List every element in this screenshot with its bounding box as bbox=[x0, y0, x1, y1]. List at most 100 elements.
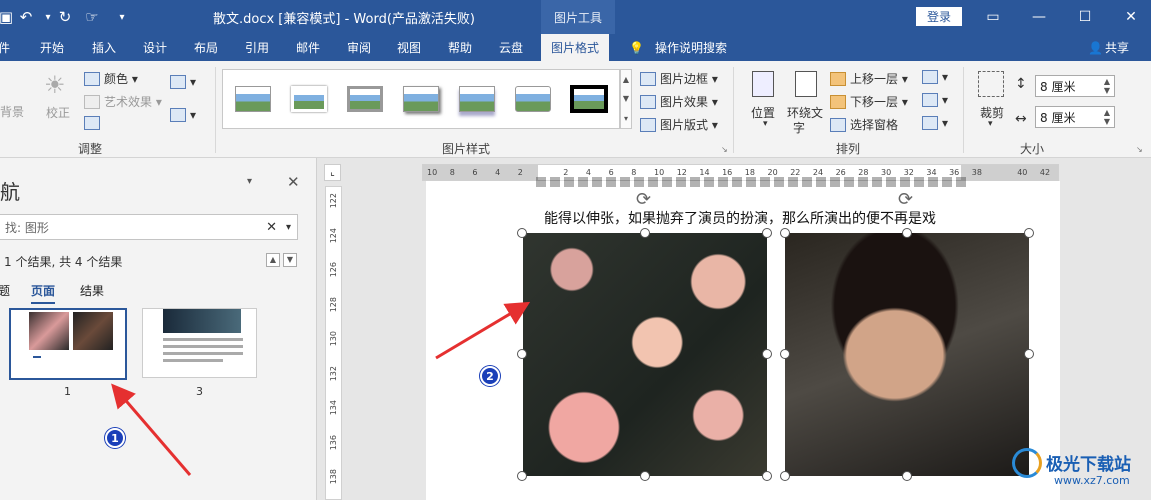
crop-dropdown-icon[interactable]: ▾ bbox=[988, 119, 993, 129]
tab-home[interactable]: 开始 bbox=[40, 34, 64, 61]
next-result-icon[interactable]: ▼ bbox=[283, 253, 297, 267]
resize-handle[interactable] bbox=[762, 349, 772, 359]
tell-me-search[interactable]: 操作说明搜索 bbox=[655, 34, 727, 61]
share-icon[interactable]: 👤 bbox=[1088, 34, 1103, 61]
ruler-tick-label-v: 124 bbox=[329, 227, 338, 243]
style-item[interactable] bbox=[455, 79, 499, 119]
tab-references[interactable]: 引用 bbox=[245, 34, 269, 61]
gallery-scroll[interactable]: ▲ ▼ ▾ bbox=[620, 69, 632, 129]
nav-search-input[interactable]: 找: 图形 ✕ ▾ bbox=[0, 214, 298, 240]
style-item[interactable] bbox=[399, 79, 443, 119]
height-spinner-icon[interactable]: ▲ ▼ bbox=[1104, 77, 1110, 95]
resize-handle[interactable] bbox=[517, 471, 527, 481]
up-icon[interactable]: ▲ bbox=[623, 75, 629, 84]
dialog-launcher-icon[interactable]: ↘ bbox=[721, 145, 728, 154]
rotate-icon[interactable]: ▾ bbox=[922, 116, 948, 130]
tab-pages[interactable]: 页面 bbox=[31, 282, 56, 304]
resize-handle[interactable] bbox=[640, 228, 650, 238]
color-button[interactable]: 颜色 ▾ bbox=[84, 70, 138, 87]
share-button[interactable]: 共享 bbox=[1105, 34, 1129, 61]
resize-handle[interactable] bbox=[780, 349, 790, 359]
height-input[interactable]: 8 厘米 ▲ ▼ bbox=[1035, 75, 1115, 97]
send-backward-button[interactable]: 下移一层 ▾ bbox=[830, 93, 908, 110]
style-item[interactable] bbox=[343, 79, 387, 119]
corrections-button[interactable]: 校正 bbox=[46, 104, 70, 121]
tab-review[interactable]: 审阅 bbox=[347, 34, 371, 61]
picture-layout-button[interactable]: 图片版式 ▾ bbox=[640, 116, 718, 133]
minimize-button[interactable]: — bbox=[1016, 0, 1062, 34]
style-item[interactable] bbox=[231, 79, 275, 119]
resize-handle[interactable] bbox=[517, 228, 527, 238]
remove-background-button[interactable]: 背景 bbox=[0, 103, 24, 120]
compress-icon[interactable] bbox=[84, 116, 104, 130]
align-icon[interactable]: ▾ bbox=[922, 70, 948, 84]
picture-effects-button[interactable]: 图片效果 ▾ bbox=[640, 93, 718, 110]
wrap-text-icon[interactable] bbox=[795, 71, 817, 97]
style-item[interactable] bbox=[511, 79, 555, 119]
page-number-1: 1 bbox=[64, 385, 71, 398]
tab-cloud[interactable]: 云盘 bbox=[499, 34, 523, 61]
reset-picture-icon[interactable]: ▾ bbox=[170, 108, 196, 122]
flower-picture[interactable] bbox=[523, 233, 767, 476]
save-icon[interactable]: ▣ bbox=[0, 7, 16, 27]
resize-handle[interactable] bbox=[780, 471, 790, 481]
tab-insert[interactable]: 插入 bbox=[92, 34, 116, 61]
group-icon[interactable]: ▾ bbox=[922, 93, 948, 107]
tab-picture-format[interactable]: 图片格式 bbox=[541, 34, 610, 61]
page-thumbnail-1[interactable] bbox=[9, 308, 127, 380]
tab-file[interactable]: 件 bbox=[0, 34, 10, 61]
selection-pane-button[interactable]: 选择窗格 bbox=[830, 116, 898, 133]
tab-view[interactable]: 视图 bbox=[397, 34, 421, 61]
resize-handle[interactable] bbox=[517, 349, 527, 359]
tab-results[interactable]: 结果 bbox=[80, 282, 104, 299]
picture-border-button[interactable]: 图片边框 ▾ bbox=[640, 70, 718, 87]
customize-toolbar-icon[interactable]: ▾ bbox=[112, 7, 132, 27]
resize-handle[interactable] bbox=[762, 471, 772, 481]
tab-headings[interactable]: 题 bbox=[0, 282, 10, 299]
resize-handle[interactable] bbox=[780, 228, 790, 238]
tab-layout[interactable]: 布局 bbox=[194, 34, 218, 61]
resize-handle[interactable] bbox=[1024, 228, 1034, 238]
touch-mode-icon[interactable]: ☞ bbox=[82, 7, 102, 27]
position-dropdown-icon[interactable]: ▾ bbox=[763, 119, 768, 129]
vertical-ruler[interactable]: 122 124 126 128 130 132 134 136 138 bbox=[325, 186, 342, 500]
repeat-icon[interactable]: ↻ bbox=[55, 7, 75, 27]
resize-handle[interactable] bbox=[640, 471, 650, 481]
nav-options-icon[interactable]: ▾ bbox=[247, 176, 252, 187]
login-button[interactable]: 登录 bbox=[916, 7, 962, 26]
resize-handle[interactable] bbox=[762, 228, 772, 238]
size-launcher-icon[interactable]: ↘ bbox=[1136, 145, 1143, 154]
document-page[interactable]: 能得以伸张，如果抛弃了演员的扮演，那么所演出的便不再是戏 ⟳ ⟳ bbox=[426, 177, 1060, 500]
style-item[interactable] bbox=[287, 79, 331, 119]
resize-handle[interactable] bbox=[902, 228, 912, 238]
width-spinner-icon[interactable]: ▲ ▼ bbox=[1104, 108, 1110, 126]
clear-search-icon[interactable]: ✕ bbox=[266, 220, 277, 235]
resize-handle[interactable] bbox=[902, 471, 912, 481]
nav-close-icon[interactable]: ✕ bbox=[287, 173, 300, 191]
bring-forward-button[interactable]: 上移一层 ▾ bbox=[830, 70, 908, 87]
change-picture-icon[interactable]: ▾ bbox=[170, 75, 196, 89]
crop-icon[interactable] bbox=[978, 71, 1004, 97]
resize-handle[interactable] bbox=[1024, 349, 1034, 359]
tab-selector-icon[interactable]: ⌞ bbox=[324, 164, 341, 181]
tab-help[interactable]: 帮助 bbox=[448, 34, 472, 61]
down-icon[interactable]: ▼ bbox=[623, 94, 629, 103]
rotate-handle-icon[interactable]: ⟳ bbox=[898, 189, 913, 210]
tab-mailings[interactable]: 邮件 bbox=[296, 34, 320, 61]
undo-icon[interactable]: ↶ bbox=[16, 7, 36, 27]
corrections-icon[interactable]: ☀ bbox=[44, 71, 66, 99]
rotate-handle-icon[interactable]: ⟳ bbox=[636, 189, 651, 210]
style-item[interactable] bbox=[567, 79, 611, 119]
artistic-effects-button[interactable]: 艺术效果 ▾ bbox=[84, 93, 162, 110]
maximize-button[interactable]: ☐ bbox=[1062, 0, 1108, 34]
tab-design[interactable]: 设计 bbox=[143, 34, 167, 61]
width-input[interactable]: 8 厘米 ▲ ▼ bbox=[1035, 106, 1115, 128]
more-icon[interactable]: ▾ bbox=[624, 114, 628, 123]
portrait-picture[interactable] bbox=[785, 233, 1029, 476]
page-thumbnail-3[interactable] bbox=[142, 308, 257, 378]
ribbon-display-icon[interactable]: ▭ bbox=[970, 0, 1016, 34]
prev-result-icon[interactable]: ▲ bbox=[266, 253, 280, 267]
search-dropdown-icon[interactable]: ▾ bbox=[286, 222, 291, 233]
close-button[interactable]: ✕ bbox=[1108, 0, 1151, 34]
position-icon[interactable] bbox=[752, 71, 774, 97]
